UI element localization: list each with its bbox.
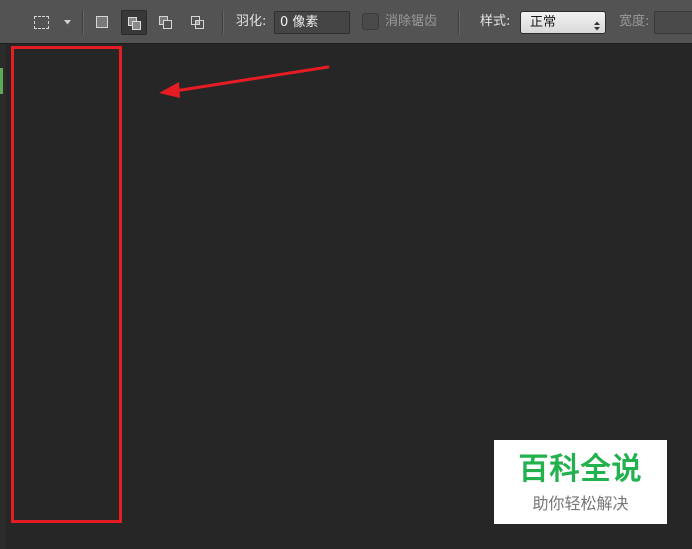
toolbar-divider bbox=[222, 10, 223, 34]
watermark-logo: 百科全说 助你轻松解决 bbox=[494, 440, 667, 524]
style-select-value: 正常 bbox=[530, 15, 556, 31]
add-to-selection-icon[interactable] bbox=[121, 10, 147, 35]
options-bar: 羽化: 0 像素 消除锯齿 样式: 正常 宽度: bbox=[0, 0, 692, 44]
new-selection-icon[interactable] bbox=[90, 10, 116, 35]
feather-label: 羽化: bbox=[236, 14, 266, 30]
photoshop-workspace: 羽化: 0 像素 消除锯齿 样式: 正常 宽度: 百科全说 助你轻松解决 bbox=[0, 0, 692, 549]
chevron-down-icon[interactable] bbox=[64, 20, 71, 25]
style-select[interactable]: 正常 bbox=[520, 11, 606, 34]
width-label: 宽度: bbox=[619, 14, 649, 30]
annotation-arrow-icon bbox=[155, 62, 335, 102]
rectangular-marquee-icon[interactable] bbox=[30, 12, 52, 32]
width-input[interactable] bbox=[654, 11, 692, 34]
up-down-arrows-icon bbox=[593, 17, 601, 29]
annotation-highlight-box bbox=[11, 46, 122, 523]
tools-panel-edge bbox=[0, 44, 6, 549]
antialias-label: 消除锯齿 bbox=[385, 14, 437, 30]
watermark-subtitle: 助你轻松解决 bbox=[494, 494, 667, 514]
watermark-title: 百科全说 bbox=[494, 452, 667, 488]
style-label: 样式: bbox=[480, 14, 510, 30]
panel-edge-marker bbox=[0, 68, 3, 94]
intersect-selection-icon[interactable] bbox=[185, 10, 211, 35]
subtract-from-selection-icon[interactable] bbox=[153, 10, 179, 35]
antialias-checkbox[interactable] bbox=[362, 13, 379, 30]
feather-input[interactable]: 0 像素 bbox=[274, 11, 350, 34]
toolbar-divider bbox=[458, 10, 459, 34]
toolbar-divider bbox=[82, 10, 83, 34]
